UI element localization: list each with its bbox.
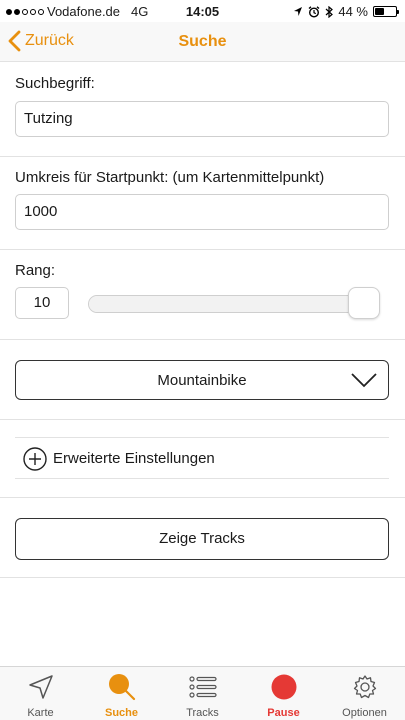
navigation-bar: Zurück Suche (0, 22, 405, 62)
advanced-settings-label: Erweiterte Einstellungen (53, 450, 215, 467)
rank-value-field[interactable]: 10 (15, 287, 69, 319)
show-tracks-section: Zeige Tracks (0, 498, 405, 578)
category-section: Mountainbike (0, 340, 405, 420)
search-term-label: Suchbegriff: (15, 75, 95, 92)
alarm-icon (308, 5, 320, 18)
radius-input[interactable]: 1000 (15, 194, 389, 230)
chevron-down-icon (351, 373, 377, 388)
tab-suche-label: Suche (104, 707, 138, 719)
tab-karte-label: Karte (27, 707, 54, 719)
page-title: Suche (178, 33, 227, 50)
rank-section: Rang: 10 (0, 250, 405, 340)
rank-slider-thumb[interactable] (348, 287, 380, 319)
category-select[interactable]: Mountainbike (15, 360, 389, 400)
record-dot-icon (271, 674, 296, 700)
tab-karte[interactable]: Karte (0, 667, 81, 720)
search-term-input[interactable]: Tutzing (15, 101, 389, 137)
plus-circle-icon (23, 447, 47, 471)
radius-section: Umkreis für Startpunkt: (um Kartenmittel… (0, 157, 405, 250)
rank-slider-track[interactable] (88, 295, 378, 313)
advanced-settings-row[interactable]: Erweiterte Einstellungen (15, 437, 389, 479)
bluetooth-icon (325, 5, 334, 18)
tab-tracks[interactable]: Tracks (162, 667, 243, 720)
tab-pause-label: Pause (267, 707, 300, 719)
tab-pause[interactable]: Pause (243, 667, 324, 720)
category-selected-value: Mountainbike (157, 372, 247, 389)
tab-tracks-label: Tracks (186, 707, 219, 719)
battery-percentage: 44 % (338, 4, 368, 19)
tab-suche[interactable]: Suche (81, 667, 162, 720)
advanced-section: Erweiterte Einstellungen (0, 420, 405, 498)
tab-bar: Karte Suche Tracks Pause Optionen (0, 666, 405, 720)
radius-label: Umkreis für Startpunkt: (um Kartenmittel… (15, 169, 325, 186)
tab-optionen-label: Optionen (342, 707, 387, 719)
rank-slider-fill (89, 296, 377, 312)
search-icon (108, 674, 135, 701)
tab-optionen[interactable]: Optionen (324, 667, 405, 720)
list-icon (188, 676, 217, 698)
location-services-icon (294, 7, 303, 16)
gear-icon (353, 675, 376, 699)
status-bar: Vodafone.de 4G 14:05 44 % (0, 0, 405, 22)
location-arrow-icon (28, 675, 53, 699)
battery-icon (373, 6, 399, 17)
rank-label: Rang: (15, 262, 56, 279)
status-right: 44 % (293, 4, 399, 19)
search-term-section: Suchbegriff: Tutzing (0, 63, 405, 157)
show-tracks-button[interactable]: Zeige Tracks (15, 518, 389, 560)
